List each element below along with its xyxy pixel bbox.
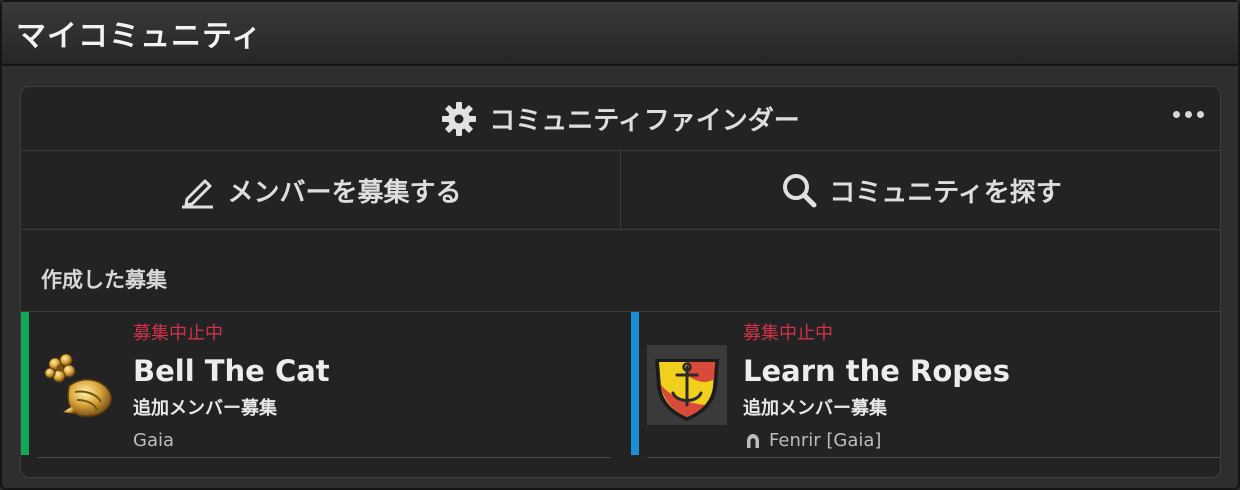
more-options-button[interactable] xyxy=(1173,111,1204,118)
server-row: Fenrir [Gaia] xyxy=(743,430,881,451)
server-name: Fenrir [Gaia] xyxy=(769,430,882,451)
window-title: マイコミュニティ xyxy=(16,19,263,54)
server-name: Gaia xyxy=(133,430,175,451)
recruitment-status: 募集中止中 xyxy=(743,323,833,344)
gear-icon xyxy=(442,101,477,136)
recruit-members-label: メンバーを募集する xyxy=(227,177,462,208)
world-visit-icon xyxy=(747,433,759,448)
recruitment-card[interactable]: 募集中止中 Bell The Cat 追加メンバー募集 Gaia xyxy=(21,312,631,458)
search-community-label: コミュニティを探す xyxy=(829,177,1062,208)
more-dot-icon xyxy=(1197,111,1204,118)
pencil-icon xyxy=(182,179,214,209)
card-divider xyxy=(647,457,1220,458)
finder-header: コミュニティファインダー xyxy=(21,87,1220,151)
anchor-crest-icon xyxy=(647,345,727,425)
card-accent-bar xyxy=(631,312,639,455)
finder-title: コミュニティファインダー xyxy=(489,106,800,136)
community-name: Bell The Cat xyxy=(133,354,330,388)
seashell-flower-icon xyxy=(44,353,112,417)
recruitment-type: 追加メンバー募集 xyxy=(133,398,277,419)
more-dot-icon xyxy=(1173,111,1180,118)
community-finder-panel: コミュニティファインダー メンバーを募集する コミュニティを探す 作成した募集 … xyxy=(20,86,1221,478)
search-community-button[interactable]: コミュニティを探す xyxy=(620,151,1220,229)
finder-actions: メンバーを募集する コミュニティを探す xyxy=(21,151,1220,230)
recruitment-list: 募集中止中 Bell The Cat 追加メンバー募集 Gaia 募集中止中 L… xyxy=(21,312,1220,458)
search-icon xyxy=(783,174,817,208)
window-titlebar[interactable]: マイコミュニティ xyxy=(2,2,1238,66)
recruitment-status: 募集中止中 xyxy=(133,323,223,344)
card-accent-bar xyxy=(21,312,29,455)
recruitment-type: 追加メンバー募集 xyxy=(743,398,887,419)
more-dot-icon xyxy=(1185,111,1192,118)
created-recruitments-heading: 作成した募集 xyxy=(21,230,1220,312)
recruit-members-button[interactable]: メンバーを募集する xyxy=(21,151,620,229)
card-divider xyxy=(37,457,611,458)
recruitment-card[interactable]: 募集中止中 Learn the Ropes 追加メンバー募集 Fenrir [G… xyxy=(631,312,1220,458)
community-name: Learn the Ropes xyxy=(743,354,1010,388)
my-community-window: マイコミュニティ コミュニティファインダー メンバーを募集する コミュニティを探… xyxy=(0,0,1240,490)
